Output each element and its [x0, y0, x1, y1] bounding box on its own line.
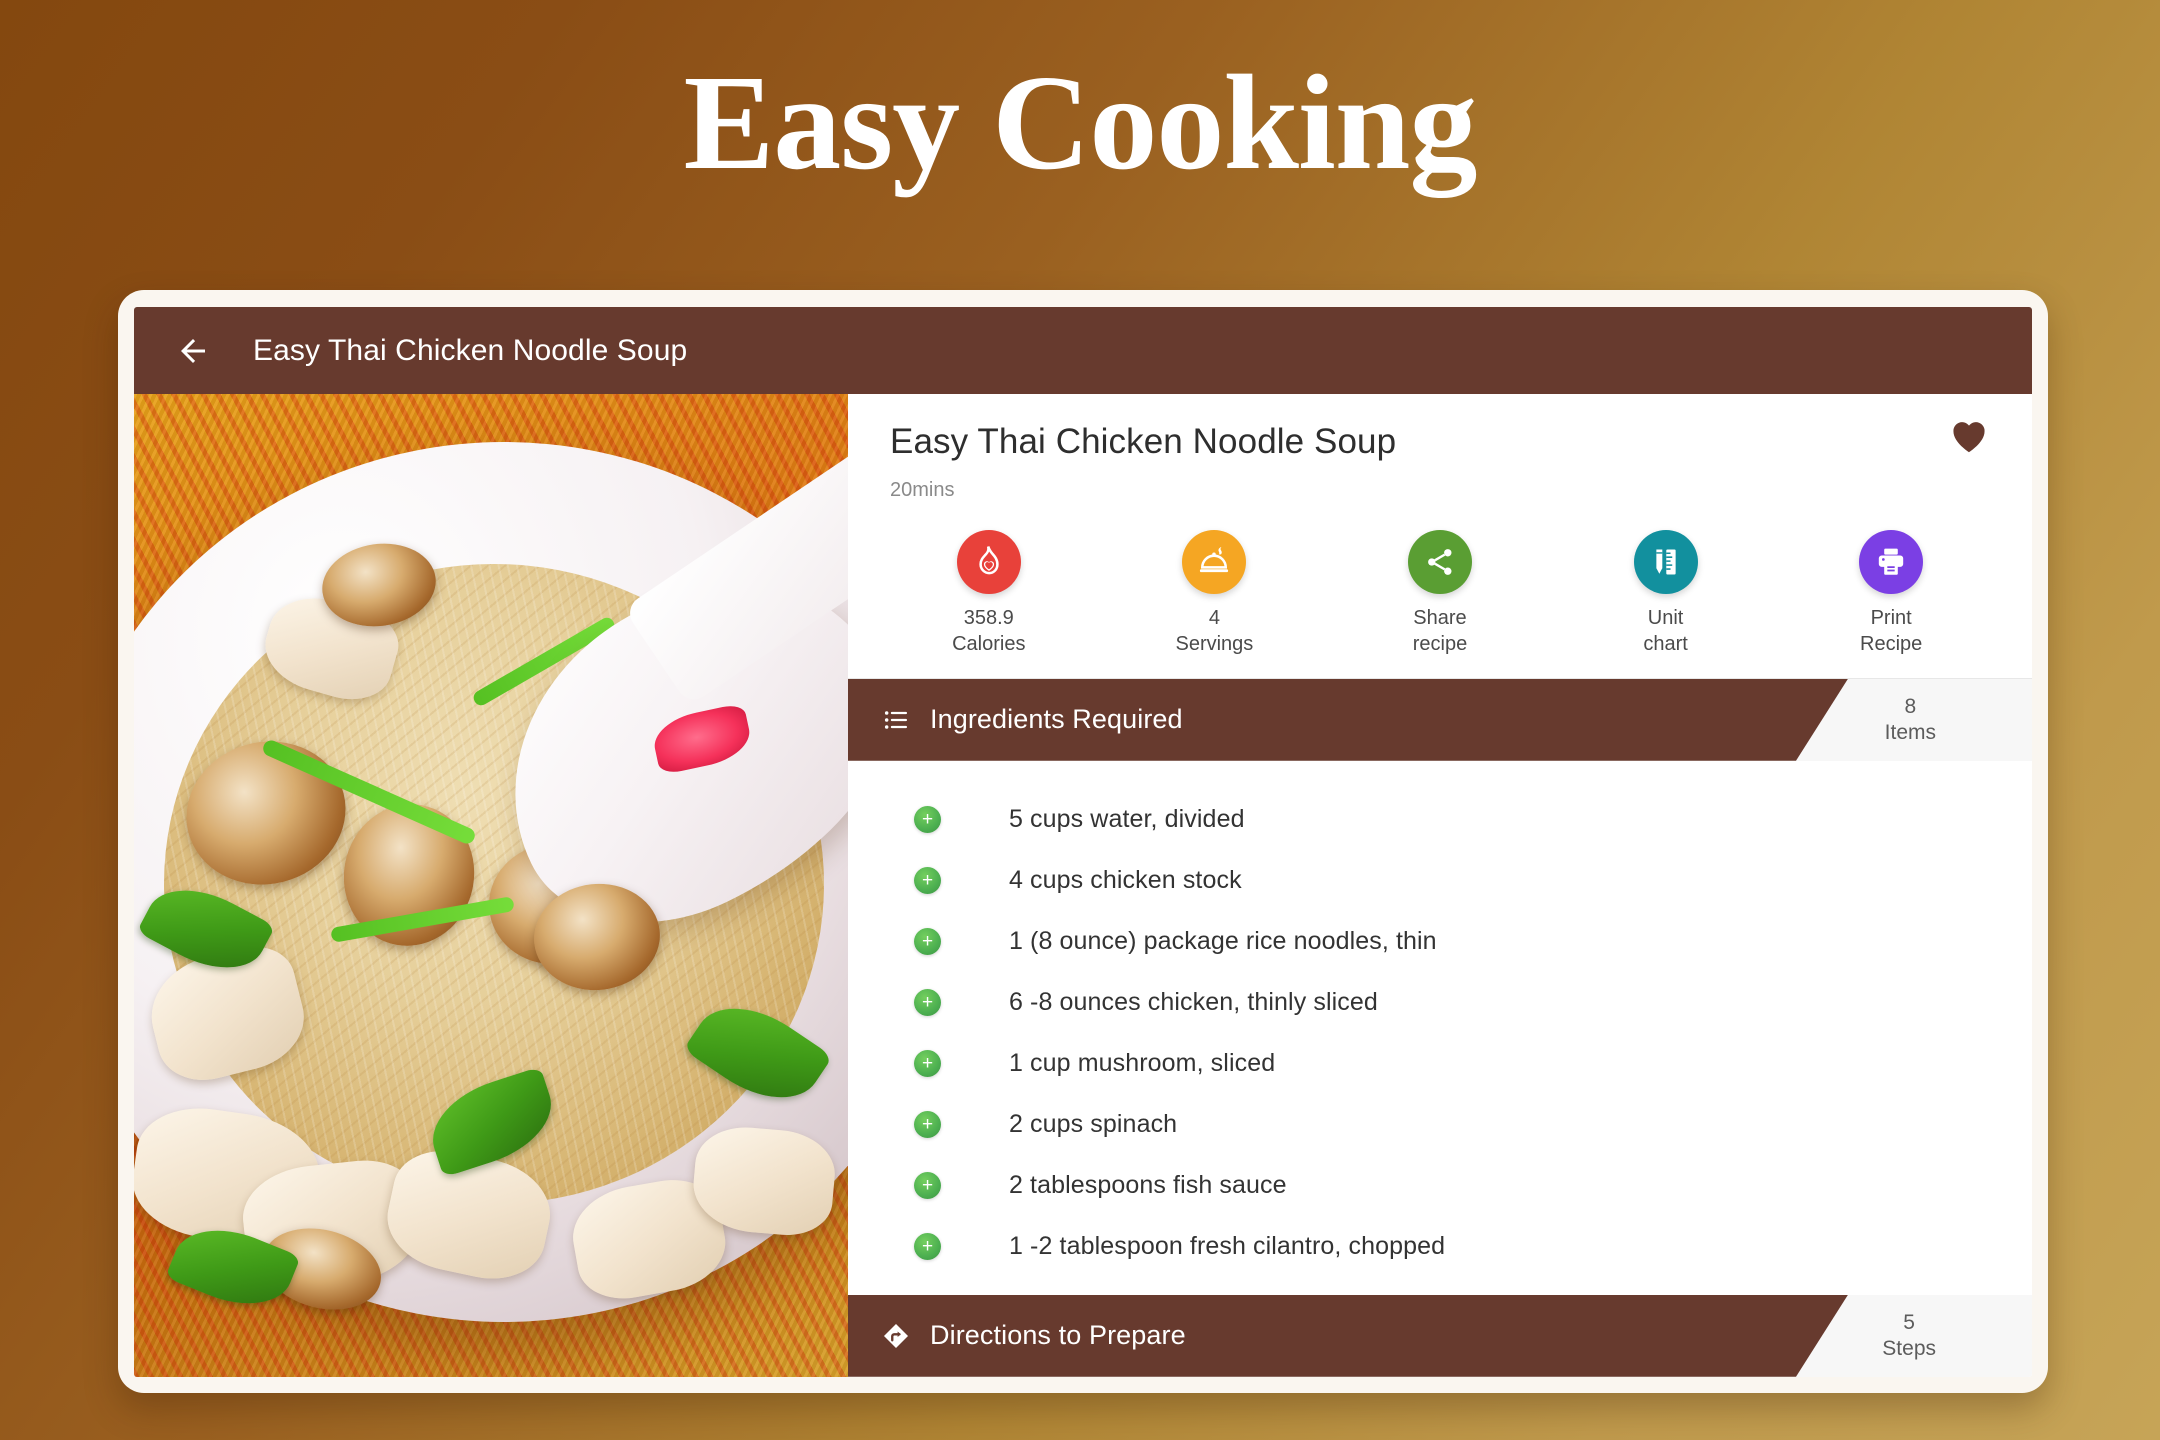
unit-chart-label: Unit chart — [1643, 607, 1688, 656]
device-screen: Easy Thai Chicken Noodle Soup Easy Thai … — [134, 307, 2032, 1377]
ingredient-text: 6 -8 ounces chicken, thinly sliced — [1009, 987, 1378, 1016]
printer-icon — [1878, 548, 1904, 575]
recipe-detail-pane: Easy Thai Chicken Noodle Soup 20mins 358… — [848, 394, 2032, 1377]
ingredients-count: 8 Items — [1885, 679, 1936, 761]
app-bar-title: Easy Thai Chicken Noodle Soup — [253, 333, 688, 367]
recipe-photo — [134, 394, 848, 1377]
directions-count-unit: Steps — [1882, 1336, 1936, 1360]
plus-icon[interactable]: + — [914, 1232, 941, 1260]
recipe-title: Easy Thai Chicken Noodle Soup — [890, 422, 1397, 461]
heart-icon — [1953, 422, 1985, 453]
action-servings[interactable]: 4 Servings — [1125, 530, 1303, 658]
ingredients-list: + 5 cups water, divided + 4 cups chicken… — [848, 760, 2032, 1295]
arrow-left-icon — [181, 338, 205, 363]
list-item[interactable]: + 1 (8 ounce) package rice noodles, thin — [848, 911, 2032, 972]
plus-icon[interactable]: + — [914, 805, 941, 833]
plus-icon[interactable]: + — [914, 988, 941, 1016]
recipe-photo-image — [134, 394, 848, 1377]
recipe-header: Easy Thai Chicken Noodle Soup 20mins — [848, 394, 2032, 502]
ingredients-section-header[interactable]: Ingredients Required 8 Items — [848, 678, 2032, 761]
action-print-recipe[interactable]: Print Recipe — [1802, 530, 1980, 658]
directions-section-header[interactable]: Directions to Prepare 5 Steps — [848, 1294, 2032, 1377]
list-item[interactable]: + 4 cups chicken stock — [848, 850, 2032, 911]
ingredient-text: 1 (8 ounce) package rice noodles, thin — [1009, 926, 1437, 955]
ingredients-count-unit: Items — [1884, 720, 1936, 744]
calories-icon-circle — [956, 530, 1021, 594]
list-icon — [880, 704, 912, 736]
list-item[interactable]: + 2 cups spinach — [848, 1094, 2032, 1155]
flame-heart-icon — [979, 546, 999, 575]
page-title: Easy Cooking — [683, 48, 1478, 198]
favorite-button[interactable] — [1948, 416, 1990, 459]
recipe-actions: 358.9 Calories 4 Servings Share recipe U… — [848, 502, 2032, 658]
recipe-time: 20mins — [890, 479, 955, 501]
share-recipe-label: Share recipe — [1412, 607, 1468, 656]
directions-header-inner: Directions to Prepare — [848, 1320, 1186, 1352]
unit-chart-icon-circle — [1633, 530, 1698, 594]
share-icon-circle — [1407, 530, 1472, 594]
list-item[interactable]: + 1 cup mushroom, sliced — [848, 1033, 2032, 1094]
ingredients-header-inner: Ingredients Required — [848, 704, 1183, 736]
action-unit-chart[interactable]: Unit chart — [1577, 530, 1755, 658]
directions-icon — [880, 1320, 912, 1352]
action-share-recipe[interactable]: Share recipe — [1351, 530, 1529, 658]
ingredient-text: 2 tablespoons fish sauce — [1009, 1170, 1287, 1199]
list-item[interactable]: + 5 cups water, divided — [848, 789, 2032, 850]
list-item[interactable]: + 2 tablespoons fish sauce — [848, 1155, 2032, 1216]
device-card: Easy Thai Chicken Noodle Soup Easy Thai … — [118, 290, 2048, 1393]
print-recipe-label: Print Recipe — [1860, 607, 1923, 656]
servings-label: 4 Servings — [1175, 607, 1254, 656]
plus-icon[interactable]: + — [914, 1171, 941, 1199]
plus-icon[interactable]: + — [914, 1049, 941, 1077]
content-row: Easy Thai Chicken Noodle Soup 20mins 358… — [134, 394, 2032, 1377]
plus-icon[interactable]: + — [914, 866, 941, 894]
action-calories[interactable]: 358.9 Calories — [900, 530, 1078, 658]
cloche-icon — [1200, 546, 1229, 573]
print-icon-circle — [1859, 530, 1924, 594]
ingredient-text: 5 cups water, divided — [1009, 804, 1245, 833]
ingredient-text: 1 -2 tablespoon fresh cilantro, chopped — [1009, 1231, 1446, 1260]
share-icon — [1428, 549, 1452, 575]
directions-count-number: 5 — [1903, 1310, 1915, 1334]
back-button[interactable] — [166, 324, 220, 378]
ingredients-count-number: 8 — [1904, 694, 1917, 718]
plus-icon[interactable]: + — [914, 927, 941, 955]
ingredient-text: 1 cup mushroom, sliced — [1009, 1048, 1276, 1077]
calories-label: 358.9 Calories — [952, 607, 1026, 656]
ruler-pencil-icon — [1655, 549, 1676, 575]
ingredient-text: 2 cups spinach — [1009, 1109, 1178, 1138]
plus-icon[interactable]: + — [914, 1110, 941, 1138]
directions-section-title: Directions to Prepare — [930, 1320, 1186, 1351]
ingredients-section-title: Ingredients Required — [930, 704, 1183, 735]
list-item[interactable]: + 1 -2 tablespoon fresh cilantro, choppe… — [848, 1216, 2032, 1277]
ingredient-text: 4 cups chicken stock — [1009, 865, 1242, 894]
app-bar: Easy Thai Chicken Noodle Soup — [134, 307, 2032, 394]
list-item[interactable]: + 6 -8 ounces chicken, thinly sliced — [848, 972, 2032, 1033]
servings-icon-circle — [1182, 530, 1247, 594]
directions-count: 5 Steps — [1882, 1295, 1936, 1377]
